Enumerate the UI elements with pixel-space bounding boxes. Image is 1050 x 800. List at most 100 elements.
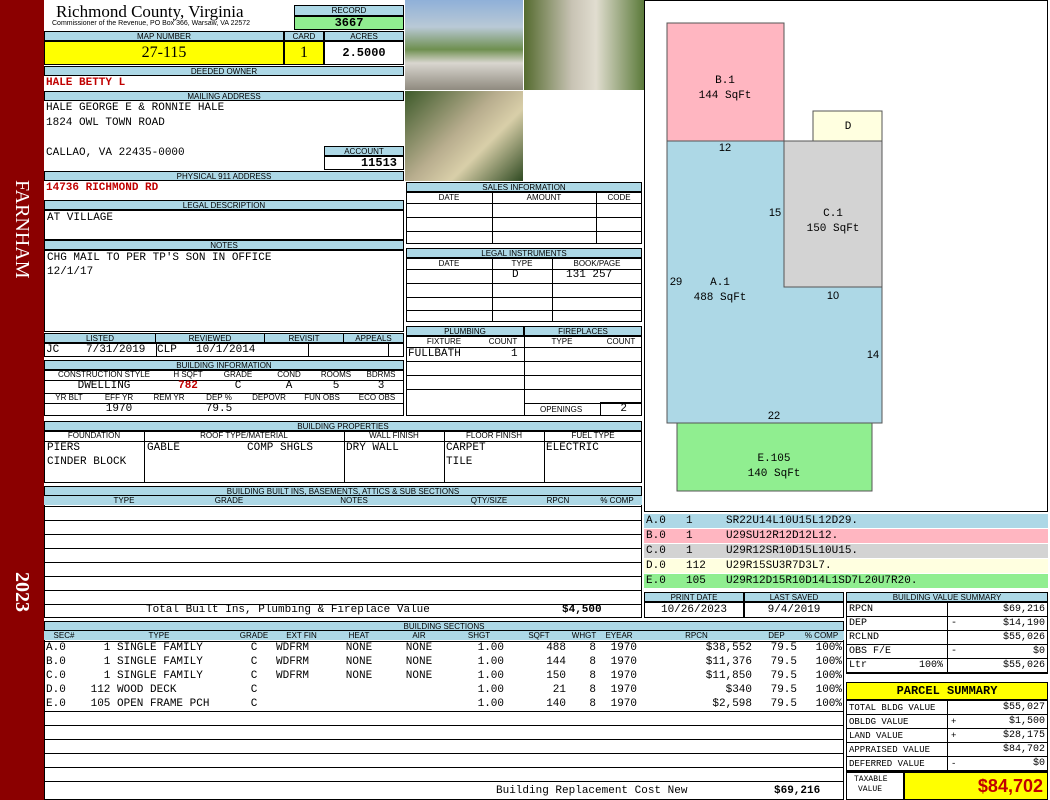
deeded-owner-value: HALE BETTY L	[46, 77, 126, 89]
section-cell-type: 112 WOOD DECK	[84, 684, 177, 696]
building-info-headers: CONSTRUCTION STYLE H SQFT GRADE COND ROO…	[44, 370, 404, 380]
value-summary-value: $0	[1032, 646, 1045, 657]
appeals-label: APPEALS	[343, 333, 404, 343]
parcel-summary-row: LAND VALUE + $28,175	[847, 729, 1047, 743]
section-cell-eyear: 1970	[610, 670, 637, 682]
section-cell-air: NONE	[405, 656, 433, 668]
section-cell-whgt: 8	[589, 656, 596, 668]
sketch-legend-num: 105	[686, 575, 706, 587]
taxable-value: $84,702	[904, 772, 1048, 800]
sketch-label-d: D	[845, 121, 852, 133]
properties-headers: FOUNDATION ROOF TYPE/MATERIAL WALL FINIS…	[44, 431, 642, 441]
col-yr-blt: YR BLT	[55, 393, 83, 402]
col-dep-pct: DEP %	[206, 393, 232, 402]
fireplaces-title: FIREPLACES	[524, 326, 642, 336]
property-photo-3	[405, 91, 523, 181]
sketch-dim-22: 22	[768, 410, 780, 422]
parcel-summary-row: TOTAL BLDG VALUE $55,027	[847, 701, 1047, 715]
section-cell-grade: C	[250, 698, 258, 710]
value-summary-title: BUILDING VALUE SUMMARY	[846, 592, 1048, 602]
reviewed-by: CLP	[157, 344, 177, 356]
section-cell-eyear: 1970	[610, 642, 637, 654]
parcel-summary-value: $1,500	[1008, 716, 1045, 727]
col-sqft: SQFT	[509, 631, 570, 640]
section-cell-type: 1 SINGLE FAMILY	[84, 670, 203, 682]
plumbing-col-fixture: FIXTURE	[426, 337, 462, 346]
sales-title: SALES INFORMATION	[406, 182, 642, 192]
sketch-sqft-a: 488 SqFt	[694, 292, 747, 304]
fireplace-col-type: TYPE	[551, 337, 573, 346]
section-cell-rpcn: $11,850	[705, 670, 752, 682]
sketch-label-a: A.1	[710, 277, 730, 289]
revisit-label: REVISIT	[264, 333, 344, 343]
taxable-label-2: VALUE	[858, 785, 883, 794]
value-summary-row: RPCN $69,216	[847, 603, 1047, 617]
col-comp: % COMP	[799, 631, 844, 640]
replacement-cost-value: $69,216	[774, 785, 821, 797]
parcel-summary-row: APPRAISED VALUE $84,702	[847, 743, 1047, 757]
section-cell-ext: WDFRM	[276, 656, 310, 668]
county-title: Richmond County, Virginia	[56, 2, 244, 21]
section-cell-heat: NONE	[345, 670, 373, 682]
sales-col-amount: AMOUNT	[526, 193, 562, 202]
parcel-summary-label: OBLDG VALUE	[849, 717, 909, 727]
section-cell-sqft: 21	[552, 684, 566, 696]
legal-instrument-bookpage: 131 257	[566, 269, 613, 281]
parcel-summary-title: PARCEL SUMMARY	[846, 682, 1048, 700]
parcel-summary-value: $28,175	[1002, 730, 1045, 741]
h-sqft-value: 782	[178, 380, 198, 392]
parcel-summary-label: LAND VALUE	[849, 731, 904, 741]
section-cell-ext: WDFRM	[276, 670, 310, 682]
sketch-dim-14: 14	[867, 349, 879, 361]
value-summary-divider	[947, 617, 948, 631]
roof-material: COMP SHGLS	[247, 442, 314, 454]
section-cell-shgt: 1.00	[477, 656, 504, 668]
section-cell-heat: NONE	[345, 656, 373, 668]
section-cell-dep: 79.5	[770, 684, 797, 696]
parcel-summary-divider	[947, 743, 948, 757]
col-sec: SEC#	[44, 631, 85, 640]
col-builtin-type: TYPE	[44, 496, 205, 505]
section-cell-comp: 100%	[815, 698, 842, 710]
parcel-summary-label: DEFERRED VALUE	[849, 759, 925, 769]
sections-rows: A.0 1 SINGLE FAMILY C WDFRM NONE NONE 1.00 488…	[44, 641, 844, 711]
physical-address-label: PHYSICAL 911 ADDRESS	[44, 171, 404, 181]
section-cell-whgt: 8	[589, 684, 596, 696]
sketch-panel: B.1 144 SqFt D C.1 150 SqFt A.1 488 SqFt…	[644, 0, 1048, 512]
value-summary-value: $14,190	[1002, 618, 1045, 629]
value-summary-value: $69,216	[1002, 604, 1045, 615]
sketch-dim-12: 12	[719, 142, 731, 154]
value-summary-pct: 100%	[918, 660, 943, 671]
mailing-line-1: HALE GEORGE E & RONNIE HALE	[46, 102, 225, 114]
sales-col-code: CODE	[607, 193, 631, 202]
sketch-legend: A.0 1 SR22U14L10U15L12D29. B.0 1 U29SU12R12D1…	[644, 514, 1048, 588]
side-band-town: FARNHAM	[11, 180, 33, 279]
col-eyear: EYEAR	[599, 631, 640, 640]
plumbing-title: PLUMBING	[406, 326, 524, 336]
section-cell-comp: 100%	[815, 642, 842, 654]
record-value: 3667	[294, 16, 404, 30]
col-ext-fin: EXT FIN	[274, 631, 330, 640]
sketch-legend-code: E.0	[646, 575, 666, 587]
sketch-sqft-c: 150 SqFt	[807, 223, 860, 235]
value-summary-row: Ltr 100% $55,026	[847, 659, 1047, 673]
sketch-legend-code: B.0	[646, 530, 666, 542]
section-cell-comp: 100%	[815, 670, 842, 682]
section-cell-type: 1 SINGLE FAMILY	[84, 656, 203, 668]
physical-address-value: 14736 RICHMOND RD	[46, 182, 159, 194]
mailing-line-3: CALLAO, VA 22435-0000	[46, 147, 185, 159]
col-air: AIR	[389, 631, 450, 640]
sketch-legend-num: 1	[686, 515, 693, 527]
notes-line-1: CHG MAIL TO PER TP'S SON IN OFFICE	[47, 252, 272, 264]
parcel-summary-label: APPRAISED VALUE	[849, 745, 931, 755]
section-cell-grade: C	[250, 684, 258, 696]
section-cell-eyear: 1970	[610, 684, 637, 696]
parcel-summary-value: $55,027	[1002, 702, 1045, 713]
col-builtin-qty: QTY/SIZE	[454, 496, 525, 505]
col-rooms: ROOMS	[320, 370, 352, 379]
section-cell-eyear: 1970	[610, 698, 637, 710]
legal-instruments-col-bookpage: BOOK/PAGE	[573, 259, 621, 268]
col-fun-obs: FUN OBS	[304, 393, 340, 402]
sketch-legend-code: C.0	[646, 545, 666, 557]
section-cell-sec: B.0	[46, 656, 66, 668]
